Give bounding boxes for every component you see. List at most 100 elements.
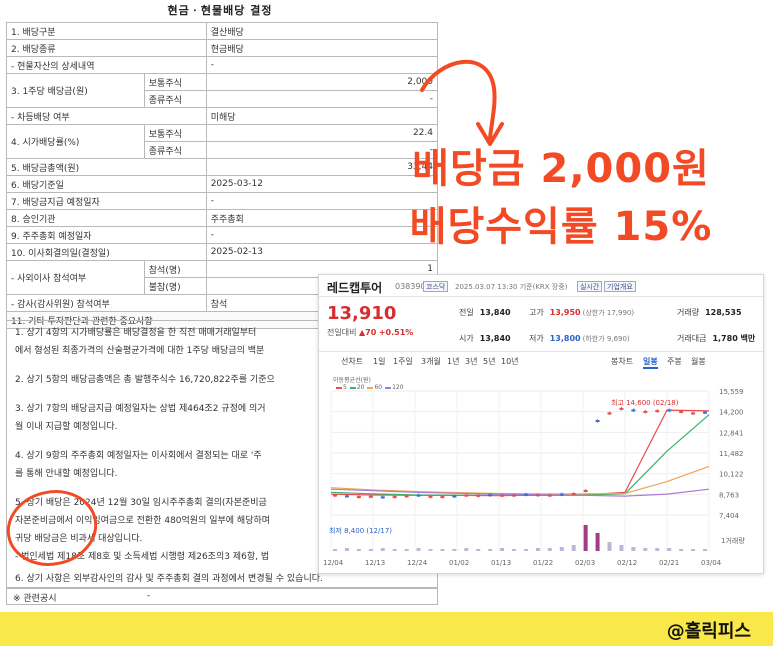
y-tick-label: 15,559 — [719, 388, 744, 396]
y-tick-label: 10,122 — [719, 471, 744, 479]
company-overview-button[interactable]: 기업개요 — [604, 281, 636, 292]
candle-body — [619, 407, 624, 410]
tab-10y[interactable]: 10년 — [501, 356, 519, 367]
candle-body — [631, 409, 636, 412]
tab-3m[interactable]: 3개월 — [421, 356, 441, 367]
candle-body — [559, 493, 564, 496]
volume-bar — [703, 549, 707, 551]
quote-time: 2025.03.07 13:30 기준(KRX 장중) — [455, 283, 568, 291]
x-tick-label: 01/22 — [533, 559, 553, 567]
yield-common-value: 22.4 — [205, 124, 439, 142]
market-badge: 코스닥 — [423, 281, 449, 292]
divider — [319, 351, 763, 352]
candle-body — [679, 410, 684, 413]
candle-body — [356, 496, 361, 499]
volume-bar — [679, 549, 684, 551]
tab-monthly[interactable]: 월봉 — [691, 356, 706, 367]
volume-label: 1거래량 — [721, 536, 745, 545]
tab-3y[interactable]: 3년 — [465, 356, 477, 367]
volume-bar — [488, 549, 493, 551]
related-disclosure-row: ※ 관련공시 - — [6, 588, 438, 605]
tab-1d[interactable]: 1일 — [373, 356, 385, 367]
low-annotation: 최저 8,400 (12/17) — [329, 526, 392, 535]
x-tick-label: 01/13 — [491, 559, 511, 567]
candle-body — [512, 494, 517, 497]
stat-prev-close: 전일 13,840 — [459, 308, 511, 317]
x-tick-label: 02/03 — [575, 559, 595, 567]
stock-code: 038390 — [395, 282, 426, 291]
document-title: 현금ㆍ현물배당 결정 — [167, 4, 273, 17]
high-annotation: 최고 14,600 (02/18) — [611, 398, 679, 407]
candle-body — [571, 493, 576, 496]
volume-bar — [667, 548, 672, 551]
candle-body — [607, 412, 612, 415]
period-tabs: 선차트 1일 1주일 3개월 1년 3년 5년 10년 봉차트 일봉 주봉 월봉 — [319, 353, 763, 371]
volume-bar — [571, 545, 576, 551]
candle-body — [535, 494, 540, 497]
tab-1w[interactable]: 1주일 — [393, 356, 413, 367]
x-tick-label: 03/04 — [701, 559, 722, 567]
x-tick-label: 12/04 — [323, 559, 344, 567]
volume-bar — [643, 548, 648, 551]
tab-line-chart[interactable]: 선차트 — [341, 356, 363, 367]
tab-daily[interactable]: 일봉 — [643, 356, 658, 369]
tab-5y[interactable]: 5년 — [483, 356, 495, 367]
volume-bar — [500, 548, 505, 551]
x-tick-label: 02/12 — [617, 559, 637, 567]
candle-body — [583, 489, 588, 492]
x-tick-label: 01/02 — [449, 559, 469, 567]
candle-body — [703, 411, 707, 414]
candle-body — [344, 495, 349, 498]
candle-body — [523, 493, 528, 496]
volume-bar — [344, 548, 349, 551]
candle-body — [440, 496, 445, 499]
tab-weekly[interactable]: 주봉 — [667, 356, 682, 367]
volume-bar — [655, 548, 660, 551]
current-price: 13,910 — [327, 303, 397, 324]
change-percent: +0.51% — [378, 328, 414, 337]
y-tick-label: 8,763 — [719, 491, 739, 499]
volume-bar — [440, 549, 445, 551]
y-tick-label: 7,404 — [719, 512, 740, 520]
x-tick-label: 02/21 — [659, 559, 679, 567]
headline-yield: 배당수익률 15% — [409, 204, 713, 250]
row-in-kind-details: - 현물자산의 상세내역 - — [6, 56, 439, 74]
y-tick-label: 11,482 — [719, 450, 744, 458]
volume-bar — [404, 549, 409, 551]
candle-body — [464, 494, 469, 497]
headline-dividend: 배당금 2,000원 — [412, 146, 710, 192]
volume-bar — [547, 548, 552, 551]
change-value: ▲70 — [359, 328, 377, 337]
candle-body — [500, 494, 505, 497]
volume-bar — [452, 549, 457, 551]
candle-body — [428, 495, 433, 498]
stock-name: 레드캡투어 — [327, 281, 383, 295]
row-dividend-kind: 2. 배당종류 현금배당 — [6, 39, 439, 57]
candle-body — [392, 496, 397, 499]
stat-volume: 거래량 128,535 — [677, 308, 742, 317]
x-tick-label: 12/24 — [407, 559, 428, 567]
volume-bar — [512, 549, 517, 551]
volume-bar — [583, 525, 588, 551]
volume-bar — [595, 533, 600, 551]
volume-bar — [535, 548, 540, 551]
tab-candle[interactable]: 봉차트 — [611, 356, 633, 367]
candle-body — [368, 495, 373, 498]
volume-bar — [559, 547, 564, 551]
author-handle: @홀릭피스 — [666, 621, 751, 642]
volume-bar — [631, 547, 636, 551]
candle-body — [333, 494, 337, 497]
volume-bar — [356, 549, 361, 551]
realtime-badge[interactable]: 실시간 — [577, 281, 603, 292]
stock-quote-panel: 레드캡투어 038390 코스닥 2025.03.07 13:30 기준(KRX… — [318, 274, 764, 574]
series-line-60 — [330, 465, 710, 495]
x-tick-label: 12/13 — [365, 559, 385, 567]
tab-1y[interactable]: 1년 — [447, 356, 459, 367]
price-chart: 15,559 14,200 12,841 11,482 10,122 8,763 7,404… — [323, 388, 745, 567]
volume-bar — [619, 545, 624, 551]
volume-bar — [428, 549, 433, 551]
candle-body — [488, 494, 493, 497]
stock-header: 레드캡투어 038390 코스닥 2025.03.07 13:30 기준(KRX… — [319, 275, 763, 297]
candle-body — [476, 494, 481, 497]
candle-body — [643, 410, 648, 413]
